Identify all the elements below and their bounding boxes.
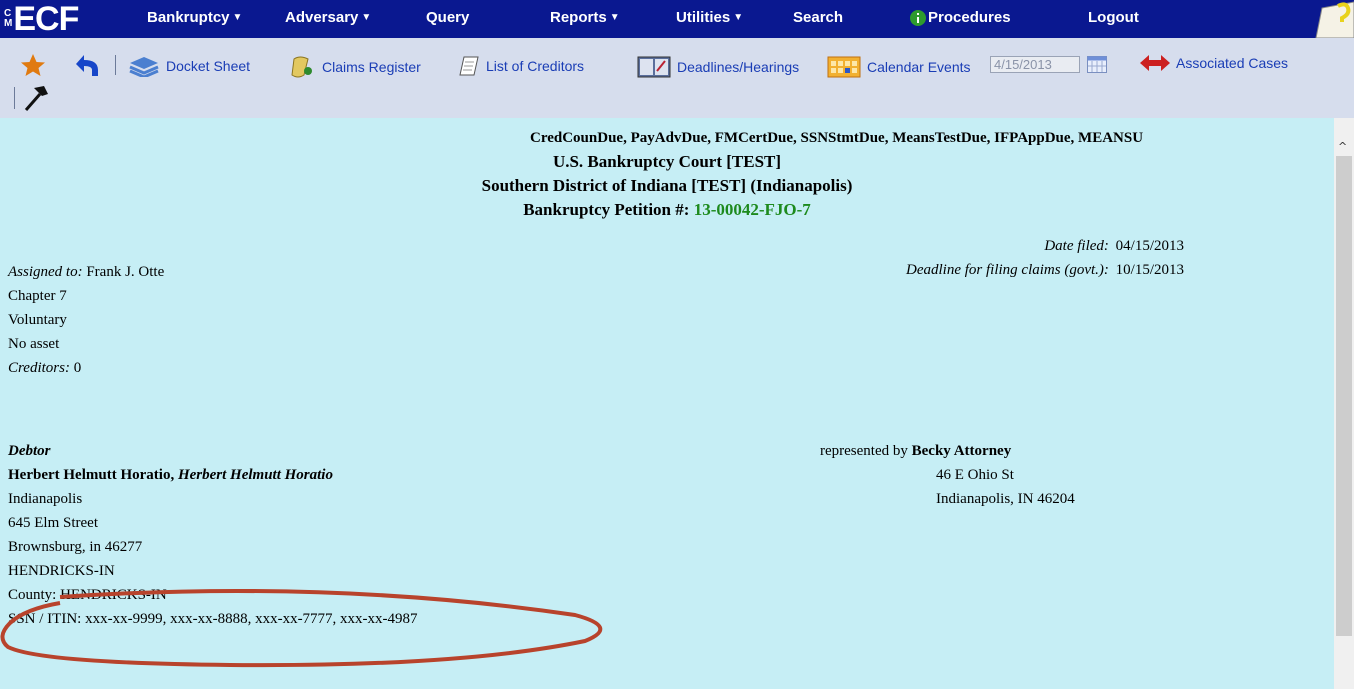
logo-ecf: ECF [13,0,79,38]
debtor-county-code: HENDRICKS-IN [8,563,115,579]
double-arrow-icon [1140,55,1170,71]
scroll-up-icon[interactable]: ^ [1338,140,1347,153]
menu-utilities-label: Utilities [676,9,731,26]
deadlines-hearings-label: Deadlines/Hearings [677,59,800,75]
debtor-alias: Herbert Helmutt Horatio [177,467,333,483]
menu-utilities[interactable]: Utilities ▼ [676,9,743,26]
attorney-name: Becky Attorney [911,443,1012,459]
creditors-row: Creditors: 0 [8,360,81,377]
logo-cm-bottom: M [4,18,13,29]
assigned-judge: Frank J. Otte [86,264,165,280]
calendar-picker-icon[interactable] [1087,56,1107,73]
debtor-heading: Debtor [8,443,51,459]
toolbar: Docket Sheet Claims Register List of Cre… [0,38,1354,118]
associated-cases-label: Associated Cases [1176,55,1289,71]
toolbar-separator [115,55,116,75]
case-flags: CredCounDue, PayAdvDue, FMCertDue, SSNSt… [530,130,1144,146]
claims-deadline-label: Deadline for filing claims (govt.): [906,262,1109,278]
menu-reports-label: Reports [550,9,607,26]
claims-deadline-value: 10/15/2013 [1115,262,1184,278]
menu-bankruptcy-label: Bankruptcy [147,9,230,26]
debtor-city-state-zip: Brownsburg, in 46277 [8,539,143,555]
toolbar-separator [14,87,15,109]
calendar-events-label: Calendar Events [867,59,971,75]
represented-by-label: represented by [820,443,908,459]
menu-reports[interactable]: Reports ▼ [550,9,620,26]
debtor-city: Indianapolis [8,491,83,507]
menu-adversary-label: Adversary [285,9,359,26]
docket-stack-icon [129,57,159,77]
debtor-street: 645 Elm Street [8,515,98,531]
info-icon [910,9,926,26]
calendar-icon [827,56,861,78]
claims-scroll-icon [291,56,312,78]
list-of-creditors-link[interactable]: List of Creditors [458,55,584,77]
star-icon[interactable] [20,53,46,77]
petition-label: Bankruptcy Petition #: [523,200,690,219]
calendar-events-link[interactable]: Calendar Events [827,55,971,79]
list-of-creditors-label: List of Creditors [486,58,585,74]
chevron-down-icon: ▼ [361,12,372,23]
back-arrow-icon[interactable] [72,52,102,78]
deadlines-hearings-link[interactable]: Deadlines/Hearings [637,55,799,79]
petition-number: 13-00042-FJO-7 [693,200,811,219]
help-icon[interactable] [1308,0,1354,38]
asset-status: No asset [8,336,60,352]
menu-query[interactable]: Query [426,9,469,26]
scrollbar-thumb[interactable] [1336,156,1352,636]
chevron-down-icon: ▼ [733,12,744,23]
claims-register-label: Claims Register [322,59,421,75]
debtor-name: Herbert Helmutt Horatio, [8,467,175,483]
hammer-icon[interactable] [22,84,50,112]
court-name: U.S. Bankruptcy Court [TEST] [552,152,782,171]
menu-procedures[interactable]: Procedures [910,9,1011,26]
creditors-count: 0 [73,360,82,376]
chapter: Chapter 7 [8,288,67,304]
notepad-icon [459,56,479,76]
creditors-label: Creditors: [8,360,70,376]
date-filed-label: Date filed: [1044,238,1109,254]
debtor-name-row: Herbert Helmutt Horatio, Herbert Helmutt… [8,467,333,484]
attorney-city-state-zip: Indianapolis, IN 46204 [936,491,1075,507]
claims-register-link[interactable]: Claims Register [290,55,421,79]
menu-bankruptcy[interactable]: Bankruptcy ▼ [147,9,242,26]
chevron-down-icon: ▼ [232,12,243,23]
district-name: Southern District of Indiana [TEST] (Ind… [481,176,853,195]
top-menu-bar: C M ECF Bankruptcy ▼ Adversary ▼ Query Rep… [0,0,1354,38]
logo-cm: C M [4,9,12,29]
assigned-to-label: Assigned to: [8,264,83,280]
menu-adversary[interactable]: Adversary ▼ [285,9,371,26]
docket-sheet-label: Docket Sheet [166,58,251,74]
vertical-scrollbar[interactable]: ^ [1334,118,1354,689]
menu-procedures-label: Procedures [928,9,1011,26]
date-filed-value: 04/15/2013 [1115,238,1184,254]
menu-query-label: Query [426,9,470,26]
filing-type: Voluntary [8,312,67,328]
menu-logout[interactable]: Logout [1088,9,1139,26]
calendar-date-input[interactable]: 4/15/2013 [990,56,1080,73]
claims-deadline-row: Deadline for filing claims (govt.): 10/1… [780,262,1184,279]
associated-cases-link[interactable]: Associated Cases [1140,55,1288,71]
cmecf-logo: C M ECF [4,0,79,38]
docket-sheet-link[interactable]: Docket Sheet [128,55,250,77]
menu-search[interactable]: Search [793,9,843,26]
deadlines-book-icon [637,56,671,78]
annotation-ellipse [0,589,603,668]
date-filed-row: Date filed: 04/15/2013 [843,238,1184,255]
attorney-street: 46 E Ohio St [936,467,1014,483]
assigned-to-row: Assigned to: Frank J. Otte [8,264,164,281]
menu-search-label: Search [793,9,844,26]
petition-line: Bankruptcy Petition #: 13-00042-FJO-7 [0,200,1334,220]
chevron-down-icon: ▼ [609,12,620,23]
menu-logout-label: Logout [1088,9,1139,26]
represented-by-row: represented by Becky Attorney [820,443,1011,460]
